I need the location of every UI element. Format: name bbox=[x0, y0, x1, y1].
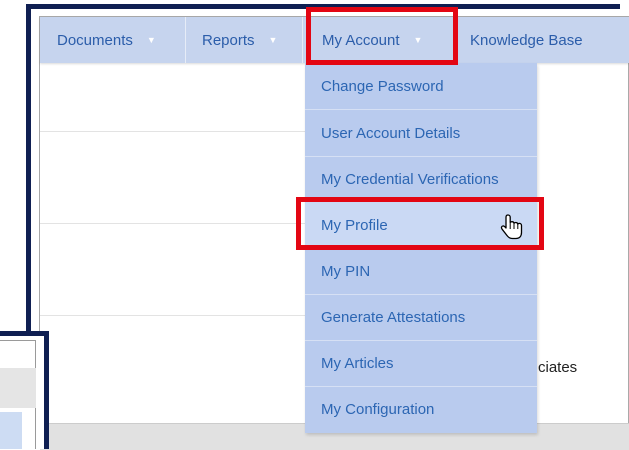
highlight-box-my-account bbox=[306, 7, 458, 65]
nav-reports[interactable]: Reports ▼ bbox=[202, 17, 312, 63]
nav-divider bbox=[185, 17, 186, 63]
content-divider bbox=[40, 223, 305, 224]
menu-item-my-credential-verifications[interactable]: My Credential Verifications bbox=[305, 156, 537, 202]
menu-item-generate-attestations[interactable]: Generate Attestations bbox=[305, 294, 537, 340]
content-divider bbox=[40, 315, 305, 316]
menu-item-label: My Articles bbox=[321, 354, 394, 372]
menu-item-label: My Credential Verifications bbox=[321, 170, 499, 188]
background-text-fragment: ciates bbox=[538, 359, 578, 376]
nav-knowledge-base-label: Knowledge Base bbox=[470, 31, 583, 49]
nav-reports-label: Reports bbox=[202, 31, 255, 49]
content-divider bbox=[40, 131, 305, 132]
nav-documents[interactable]: Documents ▼ bbox=[57, 17, 192, 63]
menu-item-label: Change Password bbox=[321, 77, 444, 95]
secondary-window-selection bbox=[0, 412, 22, 449]
caret-down-icon: ▼ bbox=[268, 35, 278, 45]
caret-down-icon: ▼ bbox=[146, 35, 156, 45]
secondary-window-panel bbox=[0, 368, 36, 408]
menu-item-label: Generate Attestations bbox=[321, 308, 466, 326]
hand-pointer-icon bbox=[500, 214, 523, 240]
nav-knowledge-base[interactable]: Knowledge Base bbox=[470, 17, 620, 63]
menu-item-my-articles[interactable]: My Articles bbox=[305, 340, 537, 386]
menu-item-change-password[interactable]: Change Password bbox=[305, 63, 537, 109]
nav-documents-label: Documents bbox=[57, 31, 133, 49]
nav-divider bbox=[302, 17, 303, 63]
menu-item-my-configuration[interactable]: My Configuration bbox=[305, 386, 537, 432]
menu-item-label: My Configuration bbox=[321, 400, 435, 418]
menu-item-label: My PIN bbox=[321, 262, 371, 280]
menu-item-user-account-details[interactable]: User Account Details bbox=[305, 110, 537, 156]
menu-item-my-pin[interactable]: My PIN bbox=[305, 248, 537, 294]
menu-item-label: User Account Details bbox=[321, 124, 461, 142]
